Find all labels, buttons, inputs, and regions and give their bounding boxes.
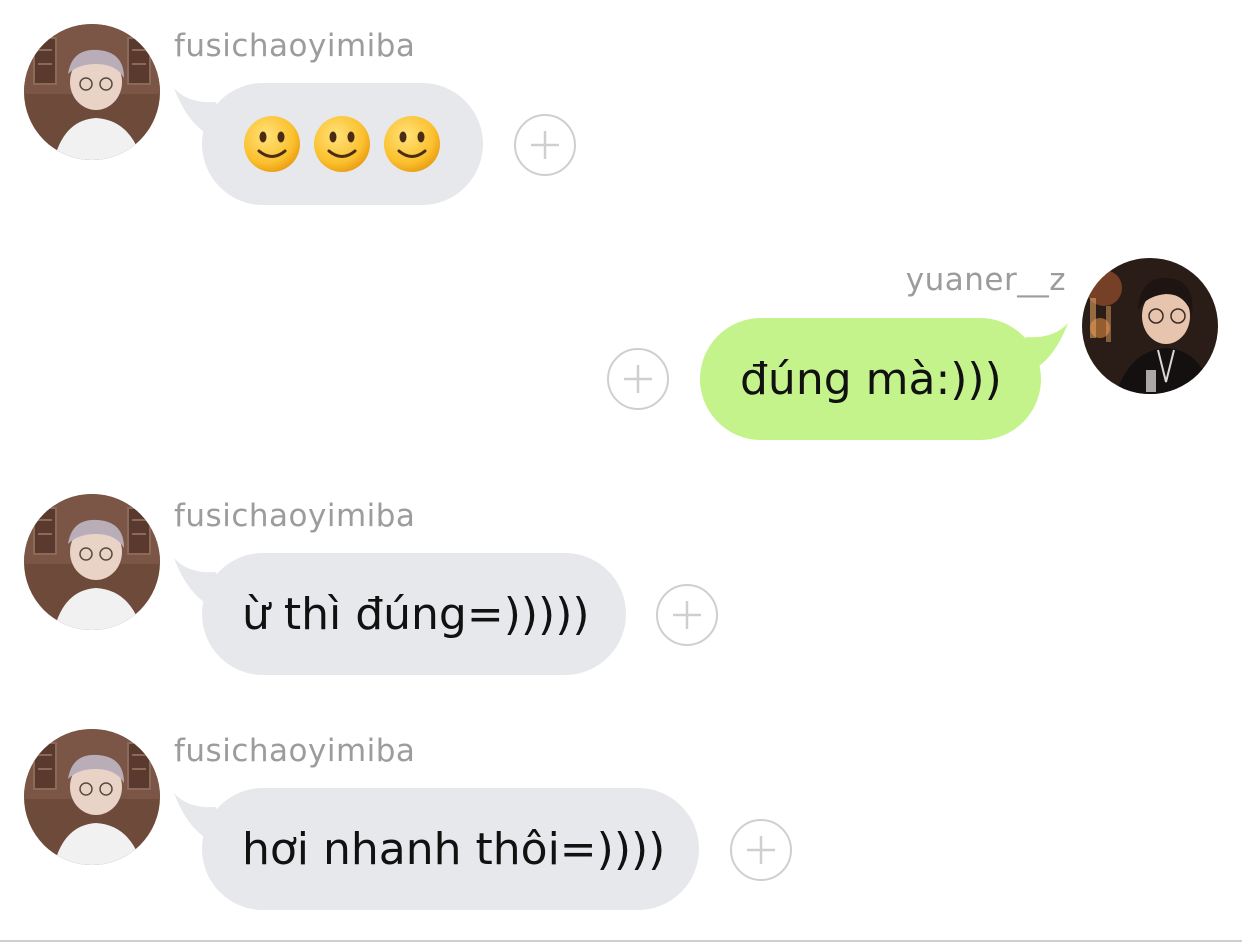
avatar-photo-icon xyxy=(24,24,160,160)
plus-icon xyxy=(747,836,775,864)
message-bubble[interactable]: đúng mà:))) xyxy=(700,318,1041,440)
add-reaction-button[interactable] xyxy=(607,348,669,410)
avatar-fusichaoyimiba[interactable] xyxy=(24,494,160,630)
add-reaction-button[interactable] xyxy=(730,819,792,881)
sender-username: fusichaoyimiba xyxy=(174,498,416,534)
avatar-photo-icon xyxy=(24,494,160,630)
sender-username: yuaner__z xyxy=(905,262,1066,298)
add-reaction-button[interactable] xyxy=(514,114,576,176)
message-bubble[interactable] xyxy=(202,83,483,205)
avatar-fusichaoyimiba[interactable] xyxy=(24,24,160,160)
avatar-photo-icon xyxy=(1082,258,1218,394)
sender-username: fusichaoyimiba xyxy=(174,28,416,64)
chat-message-list: fusichaoyimiba yuaner__z đúng mà:))) fus… xyxy=(0,0,1242,940)
plus-icon xyxy=(673,601,701,629)
sender-username: fusichaoyimiba xyxy=(174,733,416,769)
slightly-smiling-face-icon xyxy=(314,116,370,172)
plus-icon xyxy=(624,365,652,393)
add-reaction-button[interactable] xyxy=(656,584,718,646)
message-bubble[interactable]: hơi nhanh thôi=)))) xyxy=(202,788,699,910)
slightly-smiling-face-icon xyxy=(384,116,440,172)
avatar-fusichaoyimiba[interactable] xyxy=(24,729,160,865)
plus-icon xyxy=(531,131,559,159)
avatar-photo-icon xyxy=(24,729,160,865)
avatar-yuaner[interactable] xyxy=(1082,258,1218,394)
emoji-group xyxy=(242,114,442,174)
message-bubble[interactable]: ừ thì đúng=))))) xyxy=(202,553,626,675)
slightly-smiling-face-icon xyxy=(244,116,300,172)
bottom-divider xyxy=(0,940,1242,942)
